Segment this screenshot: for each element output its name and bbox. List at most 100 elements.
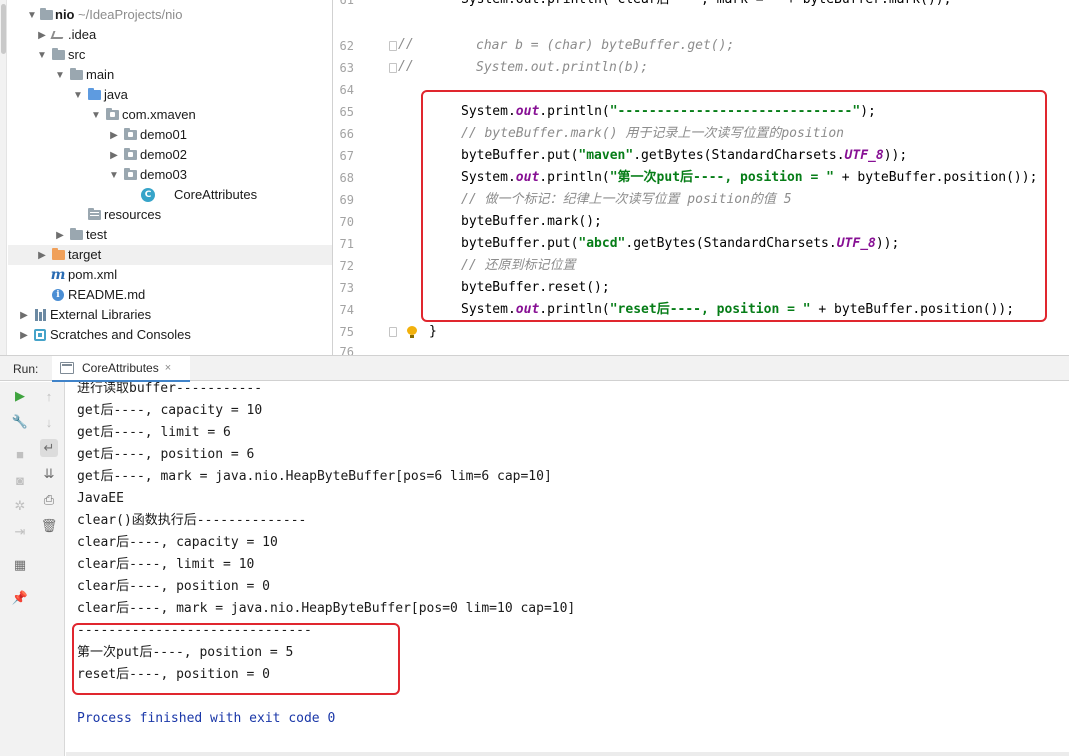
tree-item-src[interactable]: ▼ src (8, 45, 332, 65)
folder-icon (68, 65, 84, 85)
folder-icon (68, 225, 84, 245)
chevron-right-icon[interactable]: ▶ (36, 245, 48, 265)
maven-icon: m (50, 267, 66, 283)
tree-item-java[interactable]: ▼ java (8, 85, 332, 105)
tree-item-external-libraries[interactable]: ▶ External Libraries (8, 305, 332, 325)
tree-item-demo03[interactable]: ▼ demo03 (8, 165, 332, 185)
chevron-down-icon[interactable]: ▼ (90, 105, 102, 125)
tree-item-label: pom.xml (68, 267, 118, 282)
resources-folder-icon (86, 205, 102, 225)
chevron-right-icon[interactable]: ▶ (54, 225, 66, 245)
camera-icon[interactable]: ◙ (11, 471, 29, 489)
line-number: 63 (339, 61, 354, 75)
tree-item-demo02[interactable]: ▶ demo02 (8, 145, 332, 165)
fold-marker-icon[interactable] (389, 327, 397, 337)
tree-scrollbar[interactable] (0, 0, 7, 355)
chevron-right-icon[interactable]: ▶ (18, 325, 30, 345)
line-number: 62 (339, 39, 354, 53)
tree-item-label: nio (55, 7, 75, 22)
fold-marker-icon[interactable] (389, 63, 397, 73)
exit-icon[interactable]: ⇥ (11, 523, 29, 541)
chevron-down-icon[interactable]: ▼ (36, 45, 48, 65)
line-number: 76 (339, 345, 354, 355)
rerun-icon[interactable]: ▶ (11, 387, 29, 405)
tree-item-label: CoreAttributes (174, 187, 258, 202)
settings-icon[interactable]: ✲ (11, 497, 29, 515)
close-icon[interactable]: × (165, 362, 171, 374)
chevron-right-icon[interactable]: ▶ (108, 125, 120, 145)
tree-item-demo01[interactable]: ▶ demo01 (8, 125, 332, 145)
chevron-right-icon[interactable]: ▶ (18, 305, 30, 325)
tree-item-target[interactable]: ▶ target (8, 245, 332, 265)
line-number: 69 (339, 193, 354, 207)
tree-item-test[interactable]: ▶ test (8, 225, 332, 245)
tree-item-nio[interactable]: ▼ nio ~/IdeaProjects/nio (8, 5, 332, 25)
line-number: 66 (339, 127, 354, 141)
tree-item-pom[interactable]: m pom.xml (8, 265, 332, 285)
package-icon (122, 145, 138, 165)
editor-gutter: 61 62 63 64 65 66 67 68 69 70 71 72 73 7… (334, 0, 417, 355)
layout-icon[interactable]: ▦ (11, 556, 29, 574)
line-number: 75 (339, 325, 354, 339)
folder-icon (38, 5, 54, 25)
source-folder-icon (86, 85, 102, 105)
tree-item-label: com.xmaven (122, 107, 196, 122)
print-icon[interactable]: ⎙ (40, 491, 58, 509)
tree-item-label: README.md (68, 287, 146, 302)
tree-item-idea[interactable]: ▶ .idea (8, 25, 332, 45)
highlight-box (421, 90, 1047, 322)
project-path: ~/IdeaProjects/nio (78, 7, 183, 22)
console-scrollbar[interactable] (66, 752, 1069, 756)
console-line: get后----, limit = 6 (77, 425, 231, 440)
chevron-down-icon[interactable]: ▼ (54, 65, 66, 85)
tab-core-attributes[interactable]: CoreAttributes × (52, 356, 190, 382)
code-line-63: System.out.println(b); (476, 60, 649, 75)
project-tree-panel: ▼ nio ~/IdeaProjects/nio ▶ .idea ▼ src ▼… (0, 0, 333, 355)
code-area[interactable]: System.out.println("clear后----, mark = "… (398, 0, 1069, 355)
tree-item-main[interactable]: ▼ main (8, 65, 332, 85)
tree-item-label: Scratches and Consoles (50, 327, 191, 342)
tree-item-label: .idea (68, 27, 97, 42)
markdown-info-icon: i (50, 285, 66, 305)
tree-item-label: target (68, 247, 102, 262)
line-number: 71 (339, 237, 354, 251)
stop-icon[interactable]: ■ (11, 445, 29, 463)
chevron-right-icon[interactable]: ▶ (108, 145, 120, 165)
tree-item-scratches[interactable]: ▶ Scratches and Consoles (8, 325, 332, 345)
tree-item-label: test (86, 227, 107, 242)
fold-marker-icon[interactable] (389, 41, 397, 51)
package-icon (122, 165, 138, 185)
console-line: get后----, position = 6 (77, 447, 255, 462)
code-line-75: } (429, 324, 437, 339)
soft-wrap-icon[interactable]: ↵ (40, 439, 58, 457)
tree-item-readme[interactable]: i README.md (8, 285, 332, 305)
console-output[interactable]: 进行读取buffer----------- get后----, capacity… (66, 382, 1069, 756)
tree-item-label: External Libraries (50, 307, 152, 322)
comment-slashes: // (398, 59, 414, 74)
line-number: 61 (339, 0, 354, 7)
chevron-down-icon[interactable]: ▼ (108, 165, 120, 185)
highlight-box (72, 623, 400, 695)
wrench-icon[interactable]: 🔧 (11, 413, 29, 431)
tree-item-resources[interactable]: resources (8, 205, 332, 225)
pin-icon[interactable]: 📌 (11, 589, 29, 607)
code-editor[interactable]: 61 62 63 64 65 66 67 68 69 70 71 72 73 7… (334, 0, 1069, 355)
scroll-to-end-icon[interactable]: ⇊ (40, 465, 58, 483)
console-line: JavaEE (77, 491, 124, 506)
console-line: clear后----, position = 0 (77, 579, 271, 594)
chevron-down-icon[interactable]: ▼ (72, 85, 84, 105)
code-line-61: System.out.println("clear后----, mark = "… (461, 0, 951, 11)
tree-item-package[interactable]: ▼ com.xmaven (8, 105, 332, 125)
libraries-icon (32, 305, 48, 325)
chevron-right-icon[interactable]: ▶ (36, 25, 48, 45)
package-icon (104, 105, 120, 125)
trash-icon[interactable]: 🗑 (40, 517, 58, 535)
scratches-icon (32, 325, 48, 345)
up-arrow-icon[interactable]: ↑ (40, 387, 58, 405)
chevron-down-icon[interactable]: ▼ (26, 5, 38, 25)
line-number: 74 (339, 303, 354, 317)
tree-scrollbar-thumb[interactable] (1, 4, 6, 54)
tree-item-core-attributes[interactable]: C CoreAttributes (8, 185, 332, 205)
comment-slashes: // (398, 37, 414, 52)
down-arrow-icon[interactable]: ↓ (40, 413, 58, 431)
